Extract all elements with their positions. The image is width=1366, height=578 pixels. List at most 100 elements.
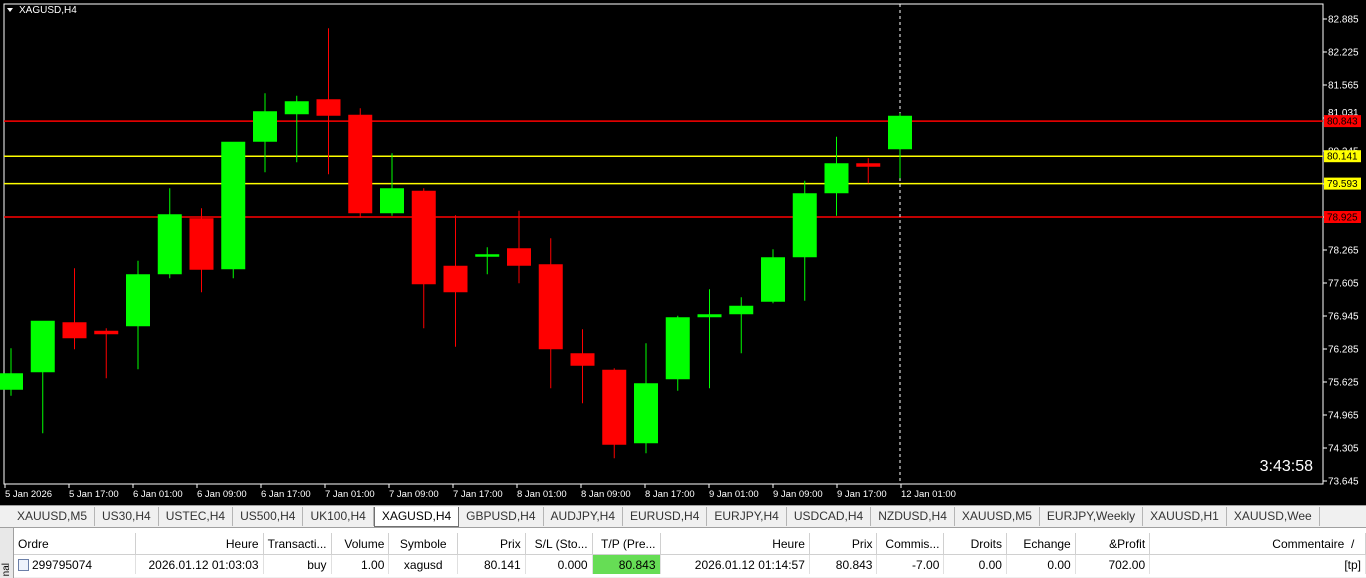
price-marker-label: 80.843 bbox=[1327, 117, 1358, 128]
cell-symbol: xagusd bbox=[388, 554, 459, 574]
bear-candle[interactable] bbox=[62, 322, 87, 339]
price-scale-label: 78.265 bbox=[1328, 246, 1359, 257]
chart-tab[interactable]: EURJPY,H4 bbox=[707, 507, 787, 526]
table-header-row: Ordre Heure Transacti... Volume Symbole … bbox=[14, 533, 1366, 555]
chart-tab[interactable]: UK100,H4 bbox=[303, 507, 374, 526]
price-marker-label: 78.925 bbox=[1327, 213, 1358, 224]
chart-tab[interactable]: XAUUSD,M5 bbox=[10, 507, 96, 526]
time-axis-label: 9 Jan 01:00 bbox=[709, 489, 759, 500]
col-header-fees[interactable]: Droits bbox=[943, 533, 1007, 555]
price-scale-label: 73.645 bbox=[1328, 477, 1359, 488]
chart-tab[interactable]: XAUUSD,H1 bbox=[1143, 507, 1227, 526]
chart-menu-triangle-icon[interactable] bbox=[7, 8, 13, 12]
col-header-type[interactable]: Transacti... bbox=[263, 533, 332, 555]
col-header-symbol[interactable]: Symbole bbox=[388, 533, 459, 555]
col-header-stop-loss[interactable]: S/L (Sto... bbox=[525, 533, 593, 555]
bull-candle[interactable] bbox=[253, 111, 277, 142]
chart-tabs-bar: XAUUSD,M5 US30,H4 USTEC,H4 US500,H4 UK100,H4… bbox=[0, 505, 1366, 527]
price-scale-label: 74.965 bbox=[1328, 411, 1359, 422]
cell-take-profit: 80.843 bbox=[592, 554, 661, 574]
bear-candle[interactable] bbox=[570, 353, 595, 366]
cell-close-time: 2026.01.12 01:14:57 bbox=[660, 554, 810, 574]
time-axis-label: 8 Jan 09:00 bbox=[581, 489, 631, 500]
price-scale-label: 82.225 bbox=[1328, 48, 1359, 59]
col-header-open-time[interactable]: Heure bbox=[135, 533, 264, 555]
bull-candle[interactable] bbox=[665, 317, 690, 380]
bear-candle[interactable] bbox=[856, 163, 881, 167]
bull-candle[interactable] bbox=[634, 383, 658, 444]
order-icon bbox=[18, 558, 29, 571]
chart-tab[interactable]: US500,H4 bbox=[233, 507, 304, 526]
bull-candle[interactable] bbox=[157, 214, 182, 275]
bull-candle[interactable] bbox=[284, 101, 309, 115]
col-header-close-time[interactable]: Heure bbox=[660, 533, 810, 555]
col-header-comment[interactable]: Commentaire / bbox=[1149, 533, 1366, 555]
candlestick-chart[interactable]: XAGUSD,H482.88582.22581.56580.90580.2457… bbox=[0, 0, 1366, 505]
bull-candle[interactable] bbox=[792, 193, 817, 258]
time-axis-label: 6 Jan 09:00 bbox=[197, 489, 247, 500]
bear-candle[interactable] bbox=[507, 248, 531, 266]
col-header-swap[interactable]: Echange bbox=[1006, 533, 1076, 555]
cell-swap: 0.00 bbox=[1006, 554, 1076, 574]
bear-candle[interactable] bbox=[602, 369, 627, 445]
chart-tab[interactable]: USTEC,H4 bbox=[159, 507, 234, 526]
bar-countdown-timer: 3:43:58 bbox=[1260, 458, 1313, 475]
bull-candle[interactable] bbox=[697, 314, 722, 318]
chart-tab[interactable]: EURJPY,Weekly bbox=[1040, 507, 1144, 526]
table-row[interactable]: 299795074 2026.01.12 01:03:03 buy 1.00 x… bbox=[14, 554, 1366, 574]
time-axis-label: 9 Jan 09:00 bbox=[773, 489, 823, 500]
bull-candle[interactable] bbox=[380, 188, 404, 214]
bull-candle[interactable] bbox=[824, 163, 849, 194]
bull-candle[interactable] bbox=[888, 115, 912, 150]
time-axis-label: 9 Jan 17:00 bbox=[837, 489, 887, 500]
bull-candle[interactable] bbox=[126, 274, 150, 327]
bear-candle[interactable] bbox=[94, 330, 119, 335]
cell-commission: -7.00 bbox=[876, 554, 945, 574]
col-header-profit[interactable]: &Profit bbox=[1075, 533, 1151, 555]
bear-candle[interactable] bbox=[189, 218, 214, 270]
chart-tab[interactable]: US30,H4 bbox=[95, 507, 159, 526]
bull-candle[interactable] bbox=[475, 254, 500, 257]
col-header-take-profit[interactable]: T/P (Pre... bbox=[592, 533, 661, 555]
bull-candle[interactable] bbox=[221, 141, 246, 270]
chart-tab[interactable]: XAGUSD,H4 bbox=[373, 507, 460, 527]
time-axis-label: 6 Jan 17:00 bbox=[261, 489, 311, 500]
price-chart[interactable]: XAGUSD,H482.88582.22581.56580.90580.2457… bbox=[0, 0, 1366, 505]
col-header-volume[interactable]: Volume bbox=[331, 533, 390, 555]
col-header-commission[interactable]: Commis... bbox=[876, 533, 945, 555]
chart-tab[interactable]: EURUSD,H4 bbox=[623, 507, 708, 526]
bear-candle[interactable] bbox=[348, 114, 373, 214]
chart-tab[interactable]: NZDUSD,H4 bbox=[871, 507, 955, 526]
bear-candle[interactable] bbox=[443, 265, 468, 293]
chart-title: XAGUSD,H4 bbox=[19, 5, 77, 16]
chart-tab[interactable]: XAUUSD,M5 bbox=[955, 507, 1040, 526]
chart-tab[interactable]: GBPUSD,H4 bbox=[459, 507, 544, 526]
bear-candle[interactable] bbox=[411, 190, 436, 285]
bull-candle[interactable] bbox=[761, 257, 785, 302]
terminal-panel: nal Ordre Heure Transacti... Volume Symb… bbox=[0, 527, 1366, 578]
col-header-close-price[interactable]: Prix bbox=[809, 533, 878, 555]
col-header-order[interactable]: Ordre bbox=[14, 533, 136, 555]
order-id: 299795074 bbox=[32, 557, 93, 572]
bull-candle[interactable] bbox=[30, 320, 55, 373]
bull-candle[interactable] bbox=[0, 373, 23, 390]
cell-volume: 1.00 bbox=[331, 554, 390, 574]
cell-open-time: 2026.01.12 01:03:03 bbox=[135, 554, 264, 574]
terminal-side-label[interactable]: nal bbox=[0, 528, 14, 578]
comment-label: Commentaire bbox=[1272, 536, 1345, 551]
cell-fees: 0.00 bbox=[943, 554, 1007, 574]
bear-candle[interactable] bbox=[316, 99, 341, 116]
terminal-side-text: nal bbox=[1, 562, 12, 576]
chart-tab[interactable]: XAUUSD,Wee bbox=[1227, 507, 1320, 526]
col-header-open-price[interactable]: Prix bbox=[457, 533, 526, 555]
time-axis-label: 8 Jan 17:00 bbox=[645, 489, 695, 500]
time-axis-label: 7 Jan 09:00 bbox=[389, 489, 439, 500]
price-scale-label: 74.305 bbox=[1328, 444, 1359, 455]
cell-close-price: 80.843 bbox=[809, 554, 878, 574]
bear-candle[interactable] bbox=[538, 264, 563, 350]
bull-candle[interactable] bbox=[729, 305, 754, 315]
time-axis-label: 6 Jan 01:00 bbox=[133, 489, 183, 500]
price-scale-label: 82.885 bbox=[1328, 15, 1359, 26]
chart-tab[interactable]: USDCAD,H4 bbox=[787, 507, 872, 526]
chart-tab[interactable]: AUDJPY,H4 bbox=[544, 507, 624, 526]
